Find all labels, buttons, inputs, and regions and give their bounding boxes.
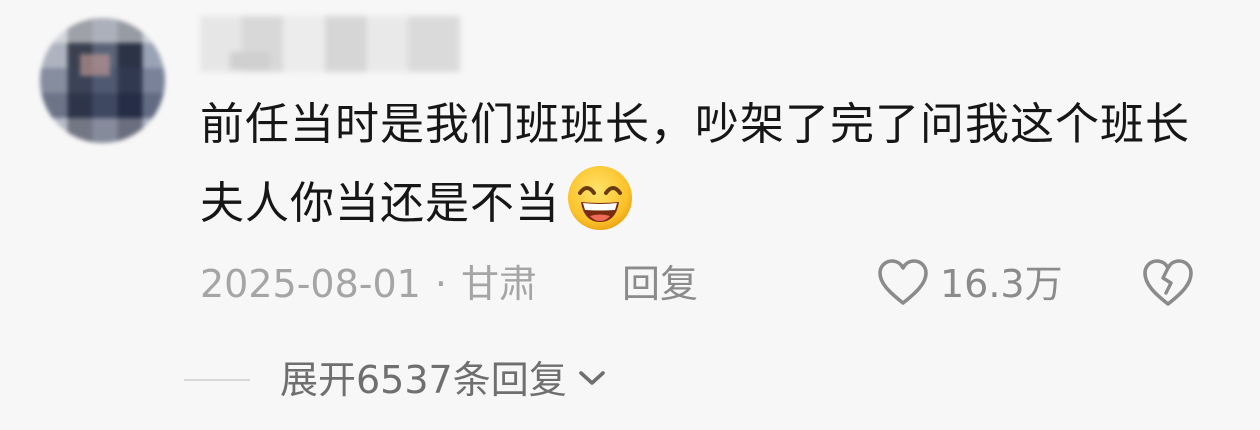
meta-separator: · bbox=[434, 262, 447, 306]
broken-heart-icon[interactable] bbox=[1140, 255, 1196, 311]
comment-meta: 2025-08-01 · 甘肃 bbox=[200, 258, 537, 310]
like-count: 16.3万 bbox=[940, 262, 1063, 306]
reply-button[interactable]: 回复 bbox=[622, 258, 698, 310]
comment-location: 甘肃 bbox=[460, 262, 537, 306]
comment-text: 前任当时是我们班班长，吵架了完了问我这个班长夫人你当还是不当 bbox=[200, 86, 1210, 257]
expand-replies-label[interactable]: 展开6537条回复 bbox=[280, 354, 567, 406]
heart-outline-icon[interactable] bbox=[876, 257, 930, 311]
divider-line bbox=[184, 379, 250, 381]
chevron-down-icon[interactable] bbox=[577, 367, 607, 393]
expand-replies[interactable]: 展开6537条回复 bbox=[184, 352, 607, 408]
comment-date: 2025-08-01 bbox=[200, 262, 421, 306]
comment-body: 前任当时是我们班班长，吵架了完了问我这个班长夫人你当还是不当 bbox=[200, 99, 1190, 229]
username-blurred[interactable] bbox=[200, 16, 460, 72]
avatar[interactable] bbox=[40, 18, 165, 143]
grin-icon bbox=[566, 164, 634, 257]
like-button[interactable]: 16.3万 bbox=[876, 255, 1063, 313]
